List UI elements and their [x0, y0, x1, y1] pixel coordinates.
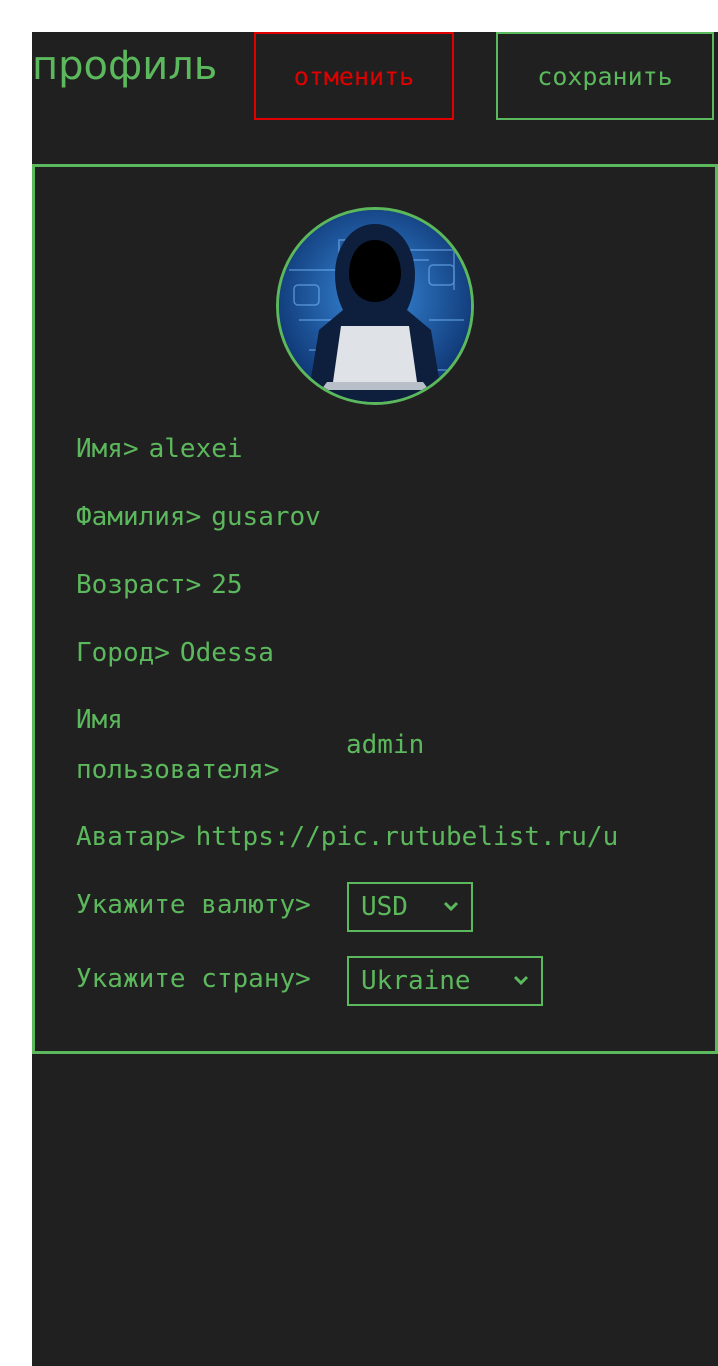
first-name-value[interactable]: alexei: [149, 432, 243, 466]
country-label: Укажите страну>: [76, 964, 311, 994]
age-label: Возраст>: [76, 570, 202, 600]
currency-value: USD: [361, 892, 408, 922]
chevron-down-icon: [443, 901, 459, 912]
avatar-label: Аватар>: [76, 822, 186, 852]
city-label: Город>: [76, 638, 170, 668]
username-row: Имя пользователя> admin: [76, 695, 424, 795]
avatar-url-value[interactable]: https://pic.rutubelist.ru/u: [196, 820, 661, 854]
hooded-hacker-icon: [279, 210, 471, 402]
first-name-row: Имя> alexei: [76, 432, 243, 466]
city-value[interactable]: Odessa: [180, 636, 274, 670]
last-name-row: Фамилия> gusarov: [76, 500, 321, 534]
cancel-button[interactable]: отменить: [254, 32, 454, 120]
last-name-value[interactable]: gusarov: [211, 500, 321, 534]
last-name-label: Фамилия>: [76, 502, 202, 532]
avatar-row: Аватар> https://pic.rutubelist.ru/u: [76, 820, 661, 854]
profile-app: профиль отменить сохранить Имя> alexei Ф…: [32, 32, 718, 1366]
save-button[interactable]: сохранить: [496, 32, 714, 120]
city-row: Город> Odessa: [76, 636, 274, 670]
first-name-label: Имя>: [76, 434, 139, 464]
currency-select[interactable]: USD: [347, 882, 473, 932]
username-value[interactable]: admin: [346, 728, 424, 762]
country-select[interactable]: Ukraine: [347, 956, 543, 1006]
avatar: [276, 207, 474, 405]
country-value: Ukraine: [361, 966, 471, 996]
currency-row: Укажите валюту>: [76, 888, 311, 922]
country-row: Укажите страну>: [76, 962, 311, 996]
profile-panel: Имя> alexei Фамилия> gusarov Возраст> 25 Го…: [32, 164, 718, 1054]
chevron-down-icon: [513, 975, 529, 986]
age-row: Возраст> 25: [76, 568, 243, 602]
page-title: профиль: [32, 43, 218, 89]
age-value[interactable]: 25: [211, 568, 242, 602]
currency-label: Укажите валюту>: [76, 890, 311, 920]
username-label: Имя пользователя>: [76, 705, 280, 785]
